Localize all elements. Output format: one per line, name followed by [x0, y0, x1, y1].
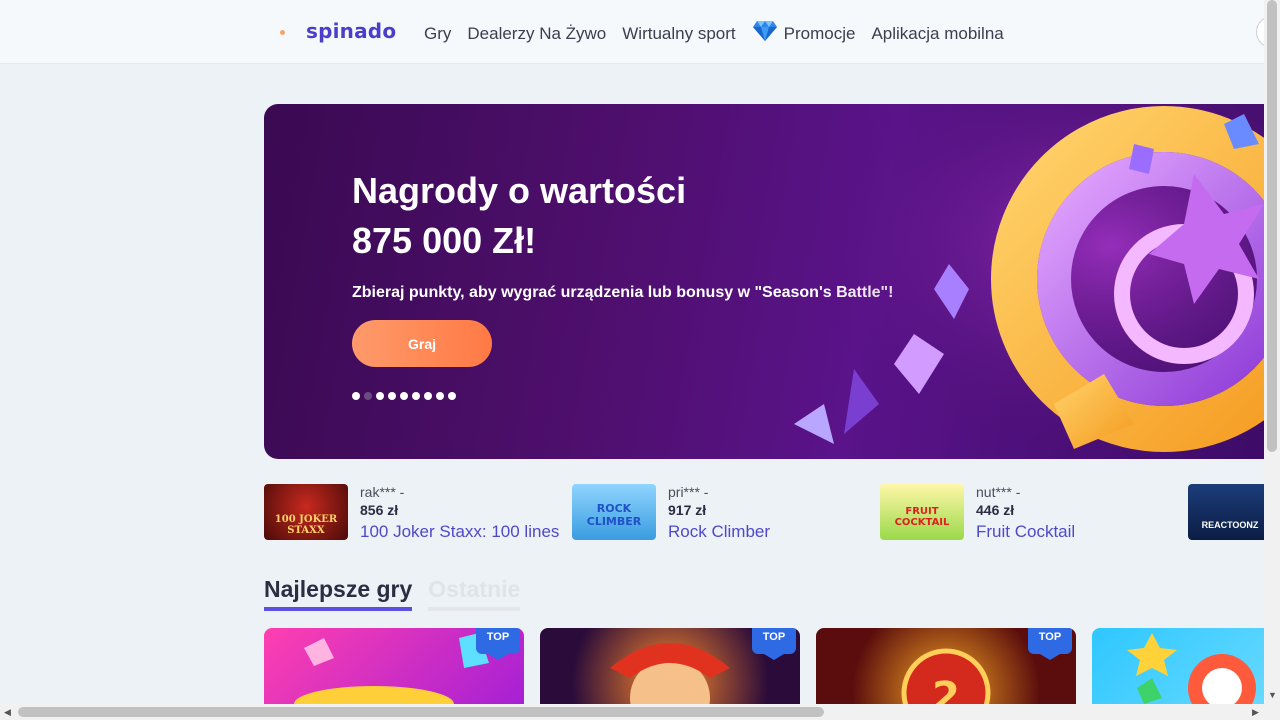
games-tabs: Najlepsze gry Ostatnie	[264, 576, 536, 611]
carousel-dot[interactable]	[364, 392, 372, 400]
top-badge: TOP	[752, 628, 796, 660]
nav-item-virtual-sport[interactable]: Wirtualny sport	[622, 24, 735, 44]
carousel-dot[interactable]	[436, 392, 444, 400]
nav-item-games[interactable]: Gry	[424, 24, 451, 44]
winner-item[interactable]: ROCK CLIMBER pri*** - 917 zł Rock Climbe…	[572, 484, 872, 542]
logo[interactable]: spinado	[306, 19, 396, 43]
game-card[interactable]: 2 TOP	[816, 628, 1076, 704]
game-thumbnail[interactable]: 100 JOKER STAXX	[264, 484, 348, 540]
svg-text:2: 2	[932, 674, 960, 704]
winner-item[interactable]: REACTOONZ	[1188, 484, 1264, 542]
horizontal-scrollbar[interactable]: ◀ ▶	[0, 704, 1280, 720]
carousel-dot[interactable]	[412, 392, 420, 400]
carousel-dots	[352, 392, 460, 400]
game-card-art	[1127, 633, 1256, 704]
games-grid: TOP TOP 2 TOP	[264, 628, 1264, 704]
winner-game-link[interactable]: Rock Climber	[668, 522, 770, 542]
winner-item[interactable]: FRUIT COCKTAIL nut*** - 446 zł Fruit Coc…	[880, 484, 1180, 542]
carousel-dot[interactable]	[448, 392, 456, 400]
game-thumbnail[interactable]: REACTOONZ	[1188, 484, 1264, 540]
game-thumbnail[interactable]: FRUIT COCKTAIL	[880, 484, 964, 540]
play-button[interactable]: Graj	[352, 320, 492, 367]
carousel-dot[interactable]	[400, 392, 408, 400]
scroll-left-icon[interactable]: ◀	[4, 707, 11, 718]
nav-item-live-dealers[interactable]: Dealerzy Na Żywo	[467, 24, 606, 44]
vertical-scroll-thumb[interactable]	[1267, 0, 1277, 452]
vertical-scrollbar[interactable]: ▼	[1264, 0, 1280, 704]
promo-banner: Nagrody o wartości 875 000 Zł! Zbieraj p…	[264, 104, 1264, 459]
winner-username: rak*** -	[360, 484, 405, 500]
game-card[interactable]: TOP	[264, 628, 524, 704]
carousel-dot[interactable]	[424, 392, 432, 400]
winner-amount: 856 zł	[360, 502, 399, 518]
winner-amount: 446 zł	[976, 502, 1015, 518]
top-badge: TOP	[476, 628, 520, 660]
scroll-down-icon[interactable]: ▼	[1268, 690, 1277, 700]
game-thumbnail[interactable]: ROCK CLIMBER	[572, 484, 656, 540]
scroll-right-icon[interactable]: ▶	[1252, 707, 1259, 718]
game-card[interactable]: TOP	[540, 628, 800, 704]
logo-dot	[280, 30, 285, 35]
top-badge: TOP	[1028, 628, 1072, 660]
game-card[interactable]	[1092, 628, 1264, 704]
winner-item[interactable]: 100 JOKER STAXX rak*** - 856 zł 100 Joke…	[264, 484, 564, 542]
tab-best-games[interactable]: Najlepsze gry	[264, 576, 413, 611]
winner-username: pri*** -	[668, 484, 709, 500]
nav-item-mobile-app[interactable]: Aplikacja mobilna	[871, 24, 1003, 44]
carousel-dot[interactable]	[352, 392, 360, 400]
winner-amount: 917 zł	[668, 502, 707, 518]
winner-username: nut*** -	[976, 484, 1021, 500]
top-header: spinado Gry Dealerzy Na Żywo Wirtualny s…	[0, 0, 1280, 64]
carousel-dot[interactable]	[376, 392, 384, 400]
tab-recent[interactable]: Ostatnie	[428, 576, 521, 611]
banner-illustration	[754, 104, 1264, 459]
horizontal-scroll-thumb[interactable]	[18, 707, 824, 717]
winner-game-link[interactable]: Fruit Cocktail	[976, 522, 1075, 542]
diamond-icon	[752, 20, 778, 47]
winner-game-link[interactable]: 100 Joker Staxx: 100 lines	[360, 522, 559, 542]
nav-item-promotions[interactable]: Promocje	[752, 20, 855, 47]
recent-winners: 100 JOKER STAXX rak*** - 856 zł 100 Joke…	[264, 484, 1264, 542]
carousel-dot[interactable]	[388, 392, 396, 400]
main-nav: Gry Dealerzy Na Żywo Wirtualny sport Pro…	[424, 20, 1020, 47]
